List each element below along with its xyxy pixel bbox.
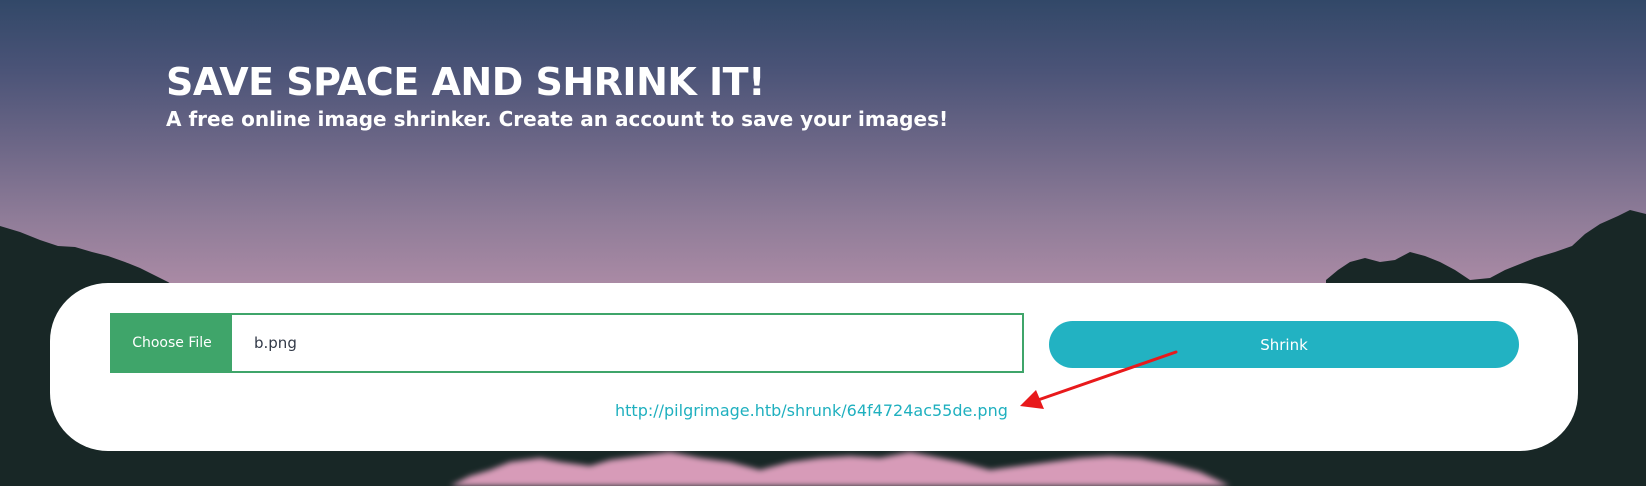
file-input[interactable]: Choose File b.png	[110, 313, 1024, 373]
page-title: SAVE SPACE AND SHRINK IT!	[166, 60, 765, 104]
selected-file-name: b.png	[254, 334, 297, 352]
shrink-button[interactable]: Shrink	[1049, 321, 1519, 368]
choose-file-button[interactable]: Choose File	[112, 315, 232, 371]
shrunk-image-link[interactable]: http://pilgrimage.htb/shrunk/64f4724ac55…	[615, 401, 1008, 420]
hero: SAVE SPACE AND SHRINK IT! A free online …	[166, 58, 948, 132]
page-background: SAVE SPACE AND SHRINK IT! A free online …	[0, 0, 1646, 486]
page-subtitle: A free online image shrinker. Create an …	[166, 107, 949, 131]
upload-card: Choose File b.png Shrink http://pilgrima…	[50, 283, 1578, 451]
